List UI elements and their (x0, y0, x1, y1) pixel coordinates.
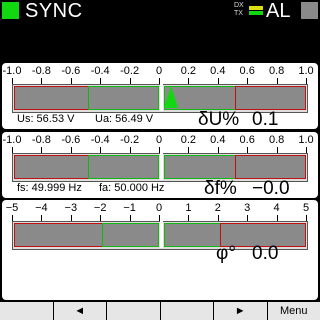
phase-bar-right-in (164, 223, 221, 247)
phase-bar-left-out (14, 223, 103, 247)
scale-tick-label: -0.2 (120, 65, 140, 77)
softkey-1[interactable] (0, 302, 53, 320)
softkey-left-arrow[interactable]: ◄ (53, 302, 106, 320)
scale-tick-label: -0.4 (90, 134, 110, 146)
scale-tick-label: 0.2 (180, 134, 197, 146)
scale-tick-label: 0.4 (210, 134, 226, 146)
tx-activity-icon (249, 11, 263, 15)
ua-readout: Ua: 56.49 V (95, 113, 154, 125)
scale-tick-label: −5 (5, 202, 19, 214)
scale-tick-label: -0.6 (61, 134, 81, 146)
softkey-4[interactable] (160, 302, 213, 320)
scale-tick-label: 0 (155, 202, 163, 214)
scale-tick-label: -0.8 (31, 134, 51, 146)
scale-tick-label: −4 (35, 202, 48, 214)
softkey-bar: ◄ ► Menu (0, 302, 320, 320)
tx-label: TX (234, 10, 243, 17)
status-indicator-green (2, 2, 19, 19)
scale-tick-label: 0 (155, 65, 163, 77)
scale-tick-label: 3 (244, 202, 251, 214)
softkey-right-arrow[interactable]: ► (214, 302, 267, 320)
page-title: SYNC (25, 0, 83, 22)
voltage-diff-panel: -1.0 -0.8 -0.6 -0.4 -0.2 0 0.2 0.4 0.6 0.8 1.0 Us:… (2, 63, 318, 130)
us-readout: Us: 56.53 V (17, 113, 75, 125)
voltage-bar-left-out (14, 86, 89, 110)
scale-tick-label: 0.2 (180, 65, 197, 77)
fs-readout: fs: 49.999 Hz (17, 182, 82, 194)
dx-tx-labels: DX TX (234, 2, 244, 18)
scale-tick-label: 2 (214, 202, 221, 214)
frequency-value: −0.0 (252, 178, 290, 199)
menu-button[interactable]: Menu (267, 302, 320, 320)
scale-tick-label: 0.8 (268, 65, 285, 77)
phase-diff-panel: −5 −4 −3 −2 −1 0 1 2 3 4 5 φ° 0.0 (2, 200, 318, 300)
phase-label: φ° (216, 243, 236, 264)
voltage-label: δU% (198, 109, 240, 130)
phase-bar-left-in (102, 223, 159, 247)
voltage-value: 0.1 (252, 109, 279, 130)
scale-tick-label: 1.0 (298, 134, 314, 146)
frequency-diff-panel: -1.0 -0.8 -0.6 -0.4 -0.2 0 0.2 0.4 0.6 0.8 1.0 fs:… (2, 132, 318, 199)
al-status: AL (266, 0, 291, 22)
scale-tick-label: −2 (93, 202, 107, 214)
frequency-bar-right-out (235, 155, 306, 179)
scale-tick-label: -0.4 (90, 65, 110, 77)
voltage-bar-left-in (88, 86, 159, 110)
dx-activity-icon (249, 6, 263, 10)
scale-tick-label: -0.8 (31, 65, 51, 77)
scale-tick-label: 5 (302, 202, 310, 214)
frequency-center-marker (160, 152, 163, 180)
scale-tick-label: -0.6 (61, 65, 81, 77)
scale-tick-label: −1 (123, 202, 136, 214)
voltage-pointer-icon (164, 86, 178, 108)
scale-tick-label: 0 (155, 134, 163, 146)
scale-tick-label: -1.0 (2, 65, 22, 77)
scale-tick-label: 1 (185, 202, 192, 214)
scale-tick-label: 4 (273, 202, 280, 214)
softkey-3[interactable] (107, 302, 160, 320)
scale-tick-label: 0.8 (268, 134, 285, 146)
scale-tick-label: 1.0 (298, 65, 314, 77)
scale-tick-label: 0.6 (239, 65, 255, 77)
top-bar: SYNC DX TX AL (0, 0, 320, 22)
dx-label: DX (234, 2, 244, 9)
voltage-center-marker (160, 83, 163, 111)
scale-tick-label: −3 (64, 202, 78, 214)
status-indicator-gray (301, 2, 318, 19)
voltage-bar-right-out (235, 86, 306, 110)
frequency-label: δf% (204, 178, 237, 199)
frequency-bar-right-in (164, 155, 236, 179)
phase-value: 0.0 (252, 243, 279, 264)
fa-readout: fa: 50.000 Hz (99, 182, 165, 194)
scale-tick-label: -1.0 (2, 134, 22, 146)
frequency-bar-left-out (14, 155, 89, 179)
frequency-bar-left-in (88, 155, 159, 179)
scale-tick-label: -0.2 (120, 134, 140, 146)
phase-center-marker (160, 220, 163, 248)
scale-tick-label: 0.4 (210, 65, 226, 77)
scale-tick-label: 0.6 (239, 134, 255, 146)
